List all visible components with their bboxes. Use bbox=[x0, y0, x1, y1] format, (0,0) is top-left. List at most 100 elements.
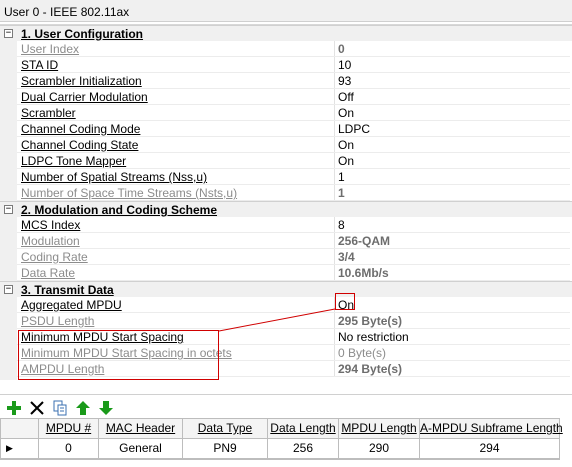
property-value[interactable]: 8 bbox=[338, 218, 345, 232]
property-value[interactable]: On bbox=[338, 138, 354, 152]
property-name: Dual Carrier Modulation bbox=[21, 90, 148, 104]
property-value[interactable]: 1 bbox=[338, 170, 345, 184]
property-row[interactable]: STA ID 10 bbox=[0, 57, 572, 73]
property-value: 0 Byte(s) bbox=[338, 346, 387, 360]
column-divider bbox=[334, 121, 335, 137]
property-name: Channel Coding Mode bbox=[21, 122, 141, 136]
property-row[interactable]: Data Rate 10.6Mb/s bbox=[0, 265, 572, 281]
property-value[interactable]: Off bbox=[338, 90, 354, 104]
table-cell[interactable]: PN9 bbox=[183, 439, 268, 459]
property-value[interactable]: 10 bbox=[338, 58, 351, 72]
property-value[interactable]: On bbox=[338, 106, 354, 120]
column-header[interactable]: A-MPDU Subframe Length bbox=[420, 419, 563, 439]
column-header[interactable]: Data Length bbox=[268, 419, 339, 439]
property-row[interactable]: Number of Spatial Streams (Nss,u) 1 bbox=[0, 169, 572, 185]
column-header-label: Data Type bbox=[197, 421, 253, 435]
property-name: PSDU Length bbox=[21, 314, 95, 328]
row-selector-icon[interactable]: ▶ bbox=[1, 439, 39, 459]
mpdu-toolbar bbox=[0, 394, 572, 417]
move-up-icon bbox=[75, 401, 91, 419]
add-icon bbox=[6, 401, 22, 419]
column-header-label: A-MPDU Subframe Length bbox=[420, 421, 563, 435]
property-row[interactable]: MCS Index 8 bbox=[0, 217, 572, 233]
property-value: 294 Byte(s) bbox=[338, 362, 403, 376]
property-value[interactable]: LDPC bbox=[338, 122, 370, 136]
column-header[interactable]: MPDU Length bbox=[339, 419, 420, 439]
highlight-mpdu-spacing-group bbox=[18, 330, 219, 380]
property-name: Coding Rate bbox=[21, 250, 88, 264]
column-divider bbox=[334, 89, 335, 105]
table-cell[interactable]: 256 bbox=[268, 439, 339, 459]
property-row[interactable]: Channel Coding State On bbox=[0, 137, 572, 153]
property-row[interactable]: Number of Space Time Streams (Nsts,u) 1 bbox=[0, 185, 572, 201]
column-divider bbox=[334, 137, 335, 153]
category-title: 2. Modulation and Coding Scheme bbox=[21, 203, 218, 217]
column-header[interactable]: Data Type bbox=[183, 419, 268, 439]
column-header-label: MAC Header bbox=[105, 421, 176, 435]
property-row[interactable]: Dual Carrier Modulation Off bbox=[0, 89, 572, 105]
column-divider bbox=[334, 169, 335, 185]
row-header-corner bbox=[1, 419, 39, 439]
property-value: 0 bbox=[338, 42, 345, 56]
column-divider bbox=[334, 217, 335, 233]
table-cell[interactable]: 0 bbox=[39, 439, 99, 459]
property-name: Data Rate bbox=[21, 266, 76, 280]
property-row[interactable]: Aggregated MPDU On bbox=[0, 297, 572, 313]
property-row[interactable]: PSDU Length 295 Byte(s) bbox=[0, 313, 572, 329]
column-divider bbox=[334, 313, 335, 329]
collapse-toggle-icon[interactable]: − bbox=[4, 205, 13, 214]
property-value[interactable]: No restriction bbox=[338, 330, 409, 344]
property-name: Scrambler Initialization bbox=[21, 74, 142, 88]
add-button[interactable] bbox=[5, 399, 23, 417]
copy-icon bbox=[52, 400, 68, 419]
column-header-label: MPDU Length bbox=[341, 421, 417, 435]
property-row[interactable]: Scrambler Initialization 93 bbox=[0, 73, 572, 89]
column-divider bbox=[334, 249, 335, 265]
column-divider bbox=[334, 57, 335, 73]
column-divider bbox=[334, 73, 335, 89]
property-value[interactable]: On bbox=[338, 154, 354, 168]
copy-button[interactable] bbox=[51, 399, 69, 417]
property-name: Number of Space Time Streams (Nsts,u) bbox=[21, 186, 238, 200]
delete-icon bbox=[29, 401, 45, 419]
property-row[interactable]: LDPC Tone Mapper On bbox=[0, 153, 572, 169]
property-name: User Index bbox=[21, 42, 80, 56]
collapse-toggle-icon[interactable]: − bbox=[4, 285, 13, 294]
column-header[interactable]: MAC Header bbox=[99, 419, 183, 439]
property-name: Channel Coding State bbox=[21, 138, 139, 152]
property-value[interactable]: 93 bbox=[338, 74, 351, 88]
table-cell[interactable]: General bbox=[99, 439, 183, 459]
table-cell[interactable]: 294 bbox=[420, 439, 560, 459]
column-header[interactable]: MPDU # bbox=[39, 419, 99, 439]
property-value: 295 Byte(s) bbox=[338, 314, 403, 328]
category-header[interactable]: −3. Transmit Data bbox=[0, 281, 572, 297]
property-value: 3/4 bbox=[338, 250, 355, 264]
property-name: Aggregated MPDU bbox=[21, 298, 122, 312]
column-divider bbox=[334, 361, 335, 377]
property-row[interactable]: Scrambler On bbox=[0, 105, 572, 121]
property-name: Scrambler bbox=[21, 106, 76, 120]
category-header[interactable]: −2. Modulation and Coding Scheme bbox=[0, 201, 572, 217]
property-name: LDPC Tone Mapper bbox=[21, 154, 127, 168]
delete-button[interactable] bbox=[28, 399, 46, 417]
property-row[interactable]: Coding Rate 3/4 bbox=[0, 249, 572, 265]
table-cell[interactable]: 290 bbox=[339, 439, 420, 459]
property-row[interactable]: Modulation 256-QAM bbox=[0, 233, 572, 249]
column-divider bbox=[334, 185, 335, 201]
category-header[interactable]: −1. User Configuration bbox=[0, 25, 572, 41]
column-header-label: MPDU # bbox=[45, 421, 92, 435]
move-up-button[interactable] bbox=[74, 399, 92, 417]
category-title: 1. User Configuration bbox=[21, 27, 144, 41]
move-down-button[interactable] bbox=[97, 399, 115, 417]
mpdu-table: MPDU # MAC Header Data Type Data Length MPDU… bbox=[0, 418, 563, 460]
property-value: 1 bbox=[338, 186, 345, 200]
column-divider bbox=[334, 265, 335, 281]
category-title: 3. Transmit Data bbox=[21, 283, 114, 297]
column-divider bbox=[334, 153, 335, 169]
property-row[interactable]: User Index 0 bbox=[0, 41, 572, 57]
column-divider bbox=[334, 105, 335, 121]
property-name: Modulation bbox=[21, 234, 80, 248]
property-row[interactable]: Channel Coding Mode LDPC bbox=[0, 121, 572, 137]
property-value: 256-QAM bbox=[338, 234, 391, 248]
collapse-toggle-icon[interactable]: − bbox=[4, 29, 13, 38]
